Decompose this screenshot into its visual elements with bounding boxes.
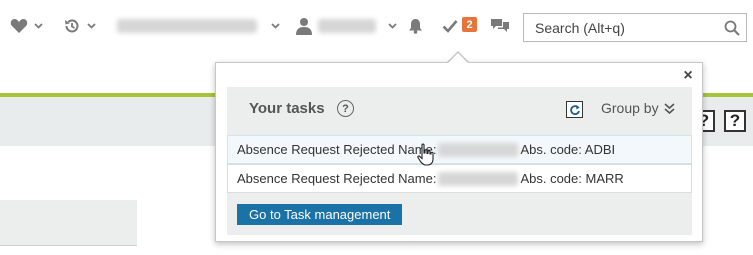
task-item[interactable]: Absence Request Rejected Name: Abs. code… xyxy=(227,135,692,164)
tasks-panel: Your tasks ? Group by Absence Request Re… xyxy=(227,87,692,235)
history-icon xyxy=(63,17,81,35)
close-icon[interactable]: × xyxy=(680,67,696,85)
help-icon[interactable]: ? xyxy=(337,100,354,117)
chat-icon xyxy=(490,18,510,34)
task-item[interactable]: Absence Request Rejected Name: Abs. code… xyxy=(227,164,692,193)
notifications-button[interactable] xyxy=(408,14,423,38)
bell-icon xyxy=(408,18,423,34)
company-selector[interactable] xyxy=(117,14,280,38)
user-icon xyxy=(296,17,312,35)
hand-cursor-icon xyxy=(417,143,435,172)
chevron-down-icon xyxy=(34,23,43,29)
popup-pointer-fill xyxy=(447,53,469,64)
refresh-icon[interactable] xyxy=(566,101,583,118)
task-abs-code: Abs. code: MARR xyxy=(520,171,624,186)
left-panel-row xyxy=(0,245,137,255)
search-box[interactable] xyxy=(523,13,747,42)
favorites-menu[interactable] xyxy=(10,14,43,38)
group-by-label: Group by xyxy=(601,100,659,116)
tasks-button[interactable] xyxy=(442,14,458,38)
employee-name-redacted xyxy=(438,142,519,157)
search-input[interactable] xyxy=(535,19,715,36)
chat-button[interactable] xyxy=(490,14,510,38)
tasks-popup: × Your tasks ? Group by Absence Request … xyxy=(215,62,703,242)
tasks-title: Your tasks xyxy=(249,100,325,117)
top-navigation-bar: 2 xyxy=(0,0,753,56)
header-help-button-2[interactable]: ? xyxy=(724,110,746,132)
employee-name-redacted xyxy=(438,171,519,186)
group-by-menu[interactable]: Group by xyxy=(601,100,675,116)
tasks-count-badge: 2 xyxy=(462,17,477,32)
task-abs-code: Abs. code: ADBI xyxy=(520,142,616,157)
chevron-down-icon xyxy=(388,23,397,29)
go-to-task-management-button[interactable]: Go to Task management xyxy=(237,204,403,225)
search-icon[interactable] xyxy=(724,20,740,41)
task-label: Absence Request Rejected Name: xyxy=(237,171,437,186)
user-menu[interactable] xyxy=(296,14,397,38)
chevron-down-icon xyxy=(271,23,280,29)
company-name-redacted xyxy=(117,19,257,33)
chevron-down-icon xyxy=(87,23,96,29)
double-chevron-down-icon xyxy=(664,102,675,114)
history-menu[interactable] xyxy=(63,14,96,38)
checkmark-icon xyxy=(442,19,458,33)
task-label: Absence Request Rejected Name: xyxy=(237,142,437,157)
user-name-redacted xyxy=(318,19,376,33)
heart-icon xyxy=(10,18,28,34)
